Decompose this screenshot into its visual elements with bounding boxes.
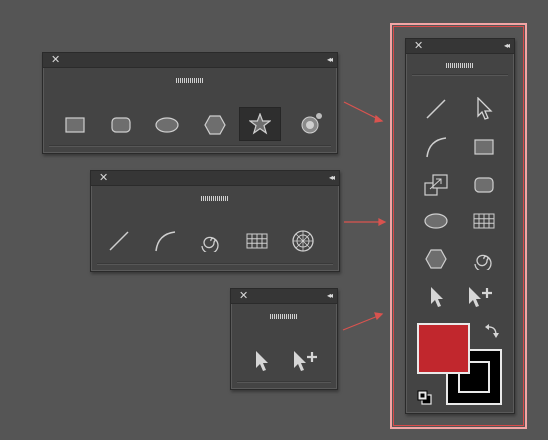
default-colors-icon[interactable] [417,390,433,406]
connector-lines-head [378,218,387,226]
selection-tool[interactable] [420,283,452,311]
fill-color-swatch[interactable] [417,323,470,374]
ellipse-tool[interactable] [420,207,452,235]
collapse-icon[interactable]: ◂◂ [329,171,335,185]
selection-arrow-icon [256,351,268,371]
flare-tool[interactable] [295,109,327,137]
add-selection-arrow-icon [469,287,492,307]
connector-shapes-head [374,114,384,123]
add-selection-tool[interactable] [289,347,321,375]
add-selection-arrow-icon [294,351,317,371]
rounded-rectangle-icon [111,117,131,133]
drag-grip-icon[interactable] [176,78,204,83]
connector-selection [342,315,379,331]
close-icon[interactable]: ✕ [414,39,423,53]
rounded-rectangle-tool[interactable] [105,111,137,139]
arc-icon [155,231,176,252]
workspace-canvas: ✕ ◂◂ ✕ ◂◂ ✕ ◂◂ ✕ ◂◂ [0,0,548,440]
panel-divider [237,381,331,383]
grid-icon [246,233,268,249]
scale-icon [424,174,448,196]
panel-divider [97,263,333,265]
collapse-icon[interactable]: ◂◂ [504,39,510,53]
rounded-rectangle-tool[interactable] [468,171,500,199]
rectangle-tool[interactable] [59,111,91,139]
swap-colors-icon[interactable] [484,323,500,339]
collapse-icon[interactable]: ◂◂ [327,289,333,303]
shapes-panel-titlebar[interactable]: ✕ ◂◂ [43,53,337,68]
selection-panel-titlebar[interactable]: ✕ ◂◂ [231,289,337,304]
polar-grid-icon [292,230,314,252]
rectangular-grid-tool[interactable] [468,207,500,235]
line-segment-icon [426,99,446,119]
panel-divider [412,74,508,76]
rectangle-icon [65,117,85,133]
hexagon-icon [425,249,447,269]
close-icon[interactable]: ✕ [51,53,60,67]
rectangular-grid-tool[interactable] [241,227,273,255]
ellipse-icon [155,117,179,133]
collapse-icon[interactable]: ◂◂ [327,53,333,67]
polygon-tool[interactable] [420,245,452,273]
grid-icon [473,213,495,229]
spiral-tool[interactable] [195,227,227,255]
selection-tool-panel: ✕ ◂◂ [230,288,338,390]
close-icon[interactable]: ✕ [239,289,248,303]
rectangle-tool[interactable] [468,133,500,161]
ellipse-icon [424,213,448,229]
spiral-tool[interactable] [468,245,500,273]
flare-icon [301,113,322,134]
arc-tool[interactable] [420,133,452,161]
selection-tool[interactable] [245,347,277,375]
arc-tool[interactable] [149,227,181,255]
tools-panel-titlebar[interactable]: ✕ ◂◂ [406,39,514,54]
line-segment-tool[interactable] [103,227,135,255]
add-selection-tool[interactable] [464,283,496,311]
line-segment-tool[interactable] [420,95,452,123]
lines-panel-titlebar[interactable]: ✕ ◂◂ [91,171,339,186]
star-tool[interactable] [239,107,281,141]
spiral-icon [201,236,219,252]
panel-divider [49,145,331,147]
arc-icon [426,137,447,158]
selection-arrow-icon [431,287,443,307]
direct-selection-arrow-icon [477,97,493,120]
spiral-icon [474,254,492,270]
rectangle-icon [474,139,494,155]
line-segment-icon [109,231,129,251]
connector-shapes [343,101,379,120]
polar-grid-tool[interactable] [287,227,319,255]
rounded-rectangle-icon [474,177,494,193]
drag-grip-icon[interactable] [270,314,298,319]
hexagon-icon [204,115,226,135]
polygon-tool[interactable] [199,111,231,139]
drag-grip-icon[interactable] [446,63,474,68]
ellipse-tool[interactable] [151,111,183,139]
close-icon[interactable]: ✕ [99,171,108,185]
scale-tool[interactable] [420,171,452,199]
star-icon [249,113,271,135]
tools-panel: ✕ ◂◂ [405,38,515,414]
connector-selection-head [374,312,384,321]
lines-tool-panel: ✕ ◂◂ [90,170,340,272]
direct-selection-tool[interactable] [468,95,500,123]
drag-grip-icon[interactable] [201,196,229,201]
shapes-tool-panel: ✕ ◂◂ [42,52,338,154]
